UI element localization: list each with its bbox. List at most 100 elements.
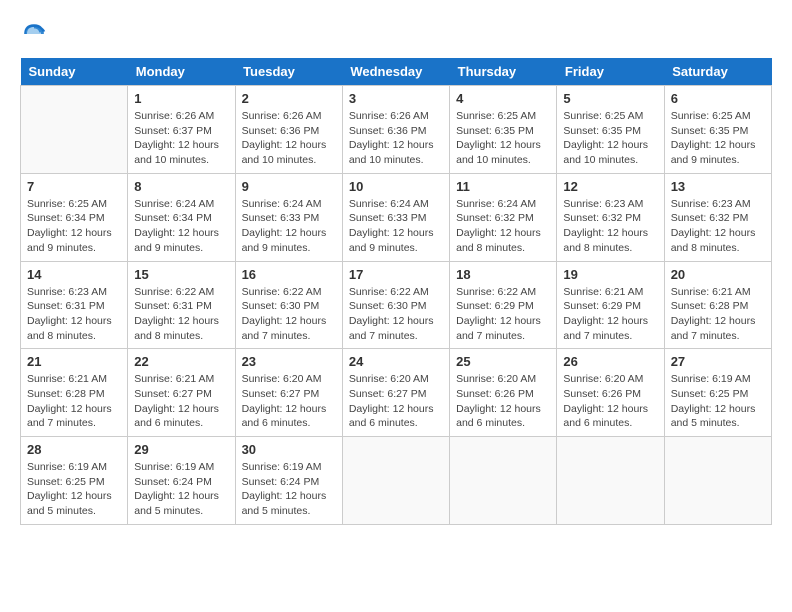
day-info: Sunrise: 6:25 AMSunset: 6:35 PMDaylight:… <box>456 109 550 168</box>
day-cell: 15 Sunrise: 6:22 AMSunset: 6:31 PMDayligh… <box>128 261 235 349</box>
header-cell-thursday: Thursday <box>450 58 557 86</box>
header-cell-monday: Monday <box>128 58 235 86</box>
day-number: 27 <box>671 354 765 369</box>
day-number: 3 <box>349 91 443 106</box>
day-info: Sunrise: 6:22 AMSunset: 6:29 PMDaylight:… <box>456 285 550 344</box>
day-info: Sunrise: 6:19 AMSunset: 6:24 PMDaylight:… <box>242 460 336 519</box>
day-cell: 10 Sunrise: 6:24 AMSunset: 6:33 PMDayligh… <box>342 173 449 261</box>
day-number: 25 <box>456 354 550 369</box>
day-cell <box>21 86 128 174</box>
day-number: 17 <box>349 267 443 282</box>
day-info: Sunrise: 6:20 AMSunset: 6:26 PMDaylight:… <box>563 372 657 431</box>
header-cell-saturday: Saturday <box>664 58 771 86</box>
day-cell: 4 Sunrise: 6:25 AMSunset: 6:35 PMDaylight… <box>450 86 557 174</box>
day-cell: 28Sunrise: 6:19 AMSunset: 6:25 PMDayligh… <box>21 437 128 525</box>
week-row-1: 1 Sunrise: 6:26 AMSunset: 6:37 PMDaylight… <box>21 86 772 174</box>
day-number: 13 <box>671 179 765 194</box>
day-cell: 30Sunrise: 6:19 AMSunset: 6:24 PMDayligh… <box>235 437 342 525</box>
day-cell: 3Sunrise: 6:26 AMSunset: 6:36 PMDaylight… <box>342 86 449 174</box>
day-cell: 23 Sunrise: 6:20 AMSunset: 6:27 PMDayligh… <box>235 349 342 437</box>
day-info: Sunrise: 6:24 AMSunset: 6:33 PMDaylight:… <box>349 197 443 256</box>
day-info: Sunrise: 6:21 AMSunset: 6:27 PMDaylight:… <box>134 372 228 431</box>
week-row-3: 14 Sunrise: 6:23 AMSunset: 6:31 PMDayligh… <box>21 261 772 349</box>
day-number: 8 <box>134 179 228 194</box>
day-number: 24 <box>349 354 443 369</box>
day-cell: 18 Sunrise: 6:22 AMSunset: 6:29 PMDayligh… <box>450 261 557 349</box>
logo-icon <box>20 20 48 48</box>
day-info: Sunrise: 6:25 AMSunset: 6:34 PMDaylight:… <box>27 197 121 256</box>
day-number: 26 <box>563 354 657 369</box>
day-info: Sunrise: 6:21 AMSunset: 6:29 PMDaylight:… <box>563 285 657 344</box>
day-number: 19 <box>563 267 657 282</box>
day-cell: 1 Sunrise: 6:26 AMSunset: 6:37 PMDaylight… <box>128 86 235 174</box>
day-cell: 24 Sunrise: 6:20 AMSunset: 6:27 PMDayligh… <box>342 349 449 437</box>
day-cell: 7 Sunrise: 6:25 AMSunset: 6:34 PMDaylight… <box>21 173 128 261</box>
day-cell <box>342 437 449 525</box>
day-cell: 16 Sunrise: 6:22 AMSunset: 6:30 PMDayligh… <box>235 261 342 349</box>
day-number: 20 <box>671 267 765 282</box>
header-cell-tuesday: Tuesday <box>235 58 342 86</box>
day-info: Sunrise: 6:24 AMSunset: 6:33 PMDaylight:… <box>242 197 336 256</box>
day-number: 28 <box>27 442 121 457</box>
day-number: 14 <box>27 267 121 282</box>
day-info: Sunrise: 6:26 AMSunset: 6:36 PMDaylight:… <box>242 109 336 168</box>
day-info: Sunrise: 6:21 AMSunset: 6:28 PMDaylight:… <box>671 285 765 344</box>
day-number: 6 <box>671 91 765 106</box>
day-cell: 21 Sunrise: 6:21 AMSunset: 6:28 PMDayligh… <box>21 349 128 437</box>
day-number: 21 <box>27 354 121 369</box>
calendar-table: SundayMondayTuesdayWednesdayThursdayFrid… <box>20 58 772 525</box>
header-cell-friday: Friday <box>557 58 664 86</box>
week-row-5: 28Sunrise: 6:19 AMSunset: 6:25 PMDayligh… <box>21 437 772 525</box>
day-cell <box>557 437 664 525</box>
day-info: Sunrise: 6:21 AMSunset: 6:28 PMDaylight:… <box>27 372 121 431</box>
day-cell: 27 Sunrise: 6:19 AMSunset: 6:25 PMDayligh… <box>664 349 771 437</box>
day-info: Sunrise: 6:22 AMSunset: 6:31 PMDaylight:… <box>134 285 228 344</box>
day-number: 29 <box>134 442 228 457</box>
week-row-4: 21 Sunrise: 6:21 AMSunset: 6:28 PMDayligh… <box>21 349 772 437</box>
day-info: Sunrise: 6:23 AMSunset: 6:31 PMDaylight:… <box>27 285 121 344</box>
day-cell: 29Sunrise: 6:19 AMSunset: 6:24 PMDayligh… <box>128 437 235 525</box>
day-cell: 13 Sunrise: 6:23 AMSunset: 6:32 PMDayligh… <box>664 173 771 261</box>
day-number: 2 <box>242 91 336 106</box>
day-cell: 12 Sunrise: 6:23 AMSunset: 6:32 PMDayligh… <box>557 173 664 261</box>
day-cell <box>664 437 771 525</box>
day-cell <box>450 437 557 525</box>
day-cell: 22 Sunrise: 6:21 AMSunset: 6:27 PMDayligh… <box>128 349 235 437</box>
day-number: 4 <box>456 91 550 106</box>
day-info: Sunrise: 6:24 AMSunset: 6:34 PMDaylight:… <box>134 197 228 256</box>
day-info: Sunrise: 6:26 AMSunset: 6:37 PMDaylight:… <box>134 109 228 168</box>
day-number: 10 <box>349 179 443 194</box>
day-cell: 26 Sunrise: 6:20 AMSunset: 6:26 PMDayligh… <box>557 349 664 437</box>
day-number: 16 <box>242 267 336 282</box>
day-info: Sunrise: 6:23 AMSunset: 6:32 PMDaylight:… <box>671 197 765 256</box>
header-cell-wednesday: Wednesday <box>342 58 449 86</box>
day-cell: 17 Sunrise: 6:22 AMSunset: 6:30 PMDayligh… <box>342 261 449 349</box>
day-info: Sunrise: 6:20 AMSunset: 6:27 PMDaylight:… <box>242 372 336 431</box>
logo <box>20 20 52 48</box>
day-info: Sunrise: 6:24 AMSunset: 6:32 PMDaylight:… <box>456 197 550 256</box>
day-number: 15 <box>134 267 228 282</box>
header-cell-sunday: Sunday <box>21 58 128 86</box>
day-info: Sunrise: 6:19 AMSunset: 6:25 PMDaylight:… <box>671 372 765 431</box>
day-number: 22 <box>134 354 228 369</box>
day-number: 18 <box>456 267 550 282</box>
day-info: Sunrise: 6:22 AMSunset: 6:30 PMDaylight:… <box>242 285 336 344</box>
day-number: 23 <box>242 354 336 369</box>
day-cell: 5Sunrise: 6:25 AMSunset: 6:35 PMDaylight… <box>557 86 664 174</box>
day-cell: 25Sunrise: 6:20 AMSunset: 6:26 PMDayligh… <box>450 349 557 437</box>
day-cell: 6 Sunrise: 6:25 AMSunset: 6:35 PMDaylight… <box>664 86 771 174</box>
day-cell: 14 Sunrise: 6:23 AMSunset: 6:31 PMDayligh… <box>21 261 128 349</box>
day-cell: 20 Sunrise: 6:21 AMSunset: 6:28 PMDayligh… <box>664 261 771 349</box>
day-number: 1 <box>134 91 228 106</box>
header-row: SundayMondayTuesdayWednesdayThursdayFrid… <box>21 58 772 86</box>
day-number: 5 <box>563 91 657 106</box>
day-cell: 11Sunrise: 6:24 AMSunset: 6:32 PMDayligh… <box>450 173 557 261</box>
day-info: Sunrise: 6:22 AMSunset: 6:30 PMDaylight:… <box>349 285 443 344</box>
day-info: Sunrise: 6:25 AMSunset: 6:35 PMDaylight:… <box>671 109 765 168</box>
day-number: 7 <box>27 179 121 194</box>
day-info: Sunrise: 6:23 AMSunset: 6:32 PMDaylight:… <box>563 197 657 256</box>
day-info: Sunrise: 6:20 AMSunset: 6:27 PMDaylight:… <box>349 372 443 431</box>
day-number: 12 <box>563 179 657 194</box>
day-cell: 19 Sunrise: 6:21 AMSunset: 6:29 PMDayligh… <box>557 261 664 349</box>
page-header <box>20 20 772 48</box>
